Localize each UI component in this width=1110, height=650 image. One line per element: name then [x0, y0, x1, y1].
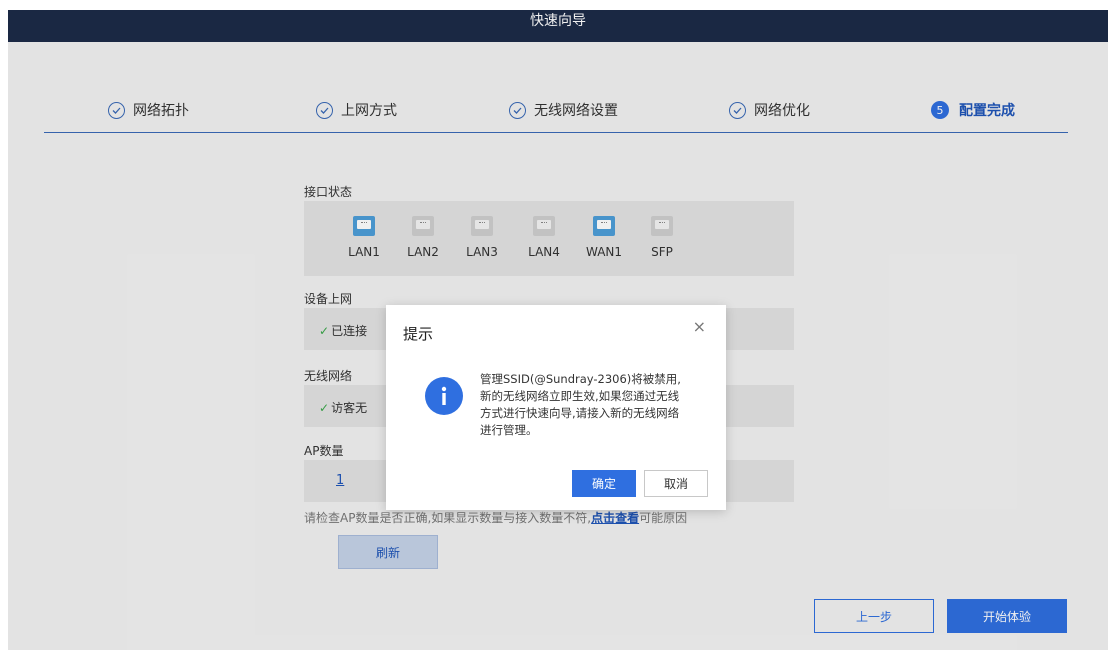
prompt-dialog: 提示 × 管理SSID(@Sundray-2306)将被禁用,新的无线网络立即生… [386, 305, 726, 510]
confirm-button[interactable]: 确定 [572, 470, 636, 497]
dialog-message: 管理SSID(@Sundray-2306)将被禁用,新的无线网络立即生效,如果您… [480, 372, 681, 437]
page-frame: 快速向导 网络拓扑 上网方式 无线网络设置 网络优化 5 配置完成 接口状态 L… [8, 10, 1108, 650]
dialog-title: 提示 [403, 325, 434, 343]
info-icon [425, 377, 463, 415]
cancel-button[interactable]: 取消 [644, 470, 708, 497]
close-icon[interactable]: × [693, 317, 706, 336]
